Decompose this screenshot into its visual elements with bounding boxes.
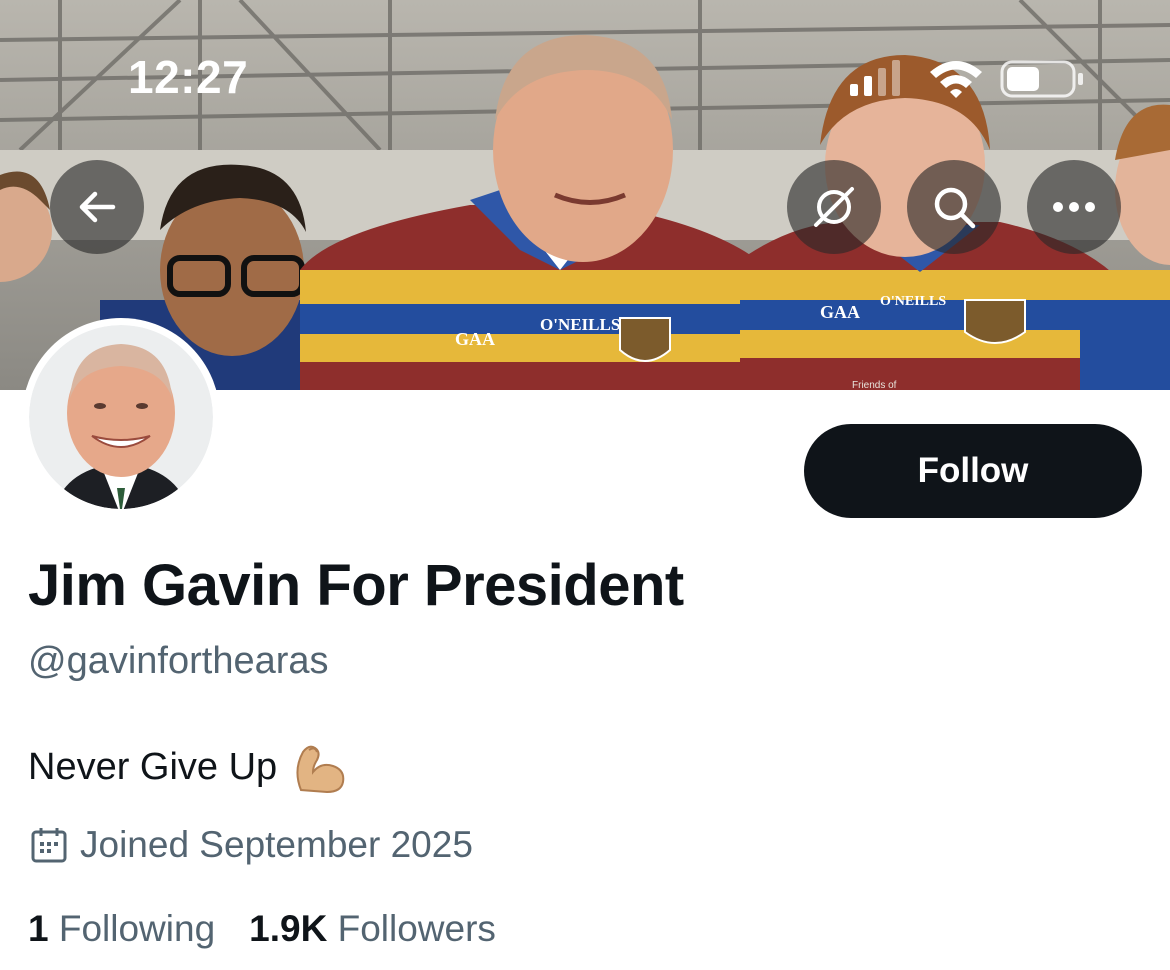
search-icon (934, 187, 976, 229)
more-options-button[interactable] (1027, 160, 1121, 254)
jersey-logo-2: GAA (820, 302, 860, 322)
status-bar-icons (850, 58, 1090, 102)
cellular-signal-icon (850, 60, 900, 96)
profile-joined: Joined September 2025 (30, 824, 473, 866)
bio-text: Never Give Up (28, 745, 278, 788)
grok-button[interactable] (787, 160, 881, 254)
followers-label: Followers (337, 908, 496, 949)
battery-icon (1000, 60, 1083, 98)
flexed-biceps-icon (296, 745, 345, 794)
jersey-logo: GAA (455, 329, 495, 349)
followers-link[interactable]: 1.9K Followers (249, 908, 496, 950)
follow-button[interactable]: Follow (804, 424, 1142, 518)
jersey-brand-2: O'NEILLS (880, 294, 946, 309)
profile-banner[interactable]: GAA O'NEILLS GAA O'NEILLS Friends of 12:… (0, 0, 1170, 390)
profile-handle: @gavinforthearas (28, 640, 329, 682)
profile-bio: Never Give Up (28, 740, 347, 794)
following-count: 1 (28, 908, 49, 949)
profile-display-name: Jim Gavin For President (28, 553, 684, 618)
more-horizontal-icon (1053, 202, 1095, 212)
grok-icon (814, 187, 854, 227)
following-link[interactable]: 1 Following (28, 908, 215, 950)
arrow-left-icon (79, 191, 116, 223)
avatar-photo (23, 319, 219, 515)
calendar-icon (31, 828, 67, 863)
back-button[interactable] (50, 160, 144, 254)
profile-avatar[interactable] (22, 318, 220, 516)
profile-stats: 1 Following 1.9K Followers (28, 908, 496, 950)
followers-count: 1.9K (249, 908, 328, 949)
joined-date: Joined September 2025 (80, 824, 473, 865)
status-bar-time: 12:27 (128, 51, 249, 103)
wifi-icon (930, 61, 982, 98)
following-label: Following (58, 908, 216, 949)
jersey-brand: O'NEILLS (540, 315, 620, 334)
search-button[interactable] (907, 160, 1001, 254)
shirt-sponsor-text: Friends of (852, 380, 897, 390)
